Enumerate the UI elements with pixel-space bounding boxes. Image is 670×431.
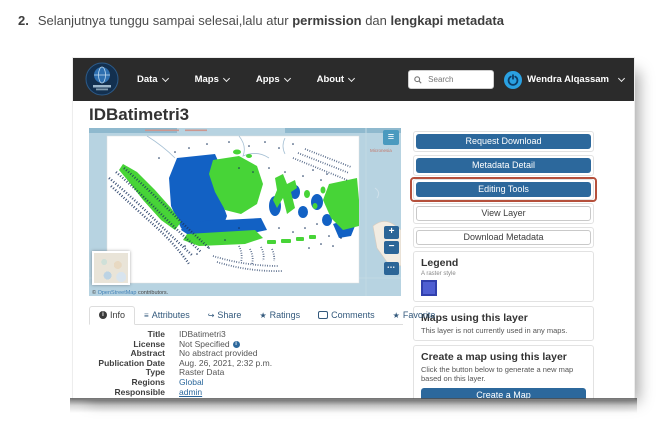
more-options-button[interactable]: ••• [384, 262, 399, 275]
metadata-detail-button[interactable]: Metadata Detail [416, 158, 591, 173]
chevron-down-icon [223, 75, 230, 82]
create-map-panel: Create a map using this layer Click the … [413, 345, 594, 400]
ratings-star-icon: ★ [259, 311, 266, 320]
nav-item-apps[interactable]: Apps [256, 74, 290, 85]
action-button-box: Editing Tools [413, 179, 594, 200]
nav-item-maps[interactable]: Maps [195, 74, 229, 85]
table-row: Responsible admin [89, 388, 401, 398]
editing-tools-button[interactable]: Editing Tools [416, 182, 591, 197]
layer-actions-sidebar: Request Download Metadata Detail Editing… [413, 131, 594, 400]
chevron-down-icon [348, 75, 355, 82]
maps-using-text: This layer is not currently used in any … [421, 326, 586, 335]
step-bold-permission: permission [292, 13, 361, 28]
license-info-icon[interactable]: i [233, 341, 240, 348]
step-text: Selanjutnya tunggu sampai selesai,lalu a… [38, 13, 292, 28]
tab-info[interactable]: i Info [89, 306, 135, 325]
app-header: Data Maps Apps About [73, 58, 634, 101]
tab-comments[interactable]: Comments [309, 307, 384, 324]
zoom-in-button[interactable]: + [384, 226, 399, 239]
overview-map[interactable] [92, 251, 130, 285]
attributes-icon: ≡ [144, 311, 149, 320]
request-download-button[interactable]: Request Download [416, 134, 591, 149]
tab-favorite[interactable]: ★ Favorite [384, 307, 445, 324]
chevron-down-icon [162, 75, 169, 82]
maps-using-title: Maps using this layer [421, 312, 586, 324]
action-button-box: Request Download [413, 131, 594, 152]
legend-subtitle: A raster style [421, 271, 586, 277]
chevron-down-icon [618, 75, 625, 82]
nav-item-about[interactable]: About [317, 74, 354, 85]
legend-panel: Legend A raster style [413, 251, 594, 302]
osm-attribution-link[interactable]: OpenStreetMap [98, 290, 137, 296]
view-layer-button[interactable]: View Layer [416, 206, 591, 221]
user-menu[interactable]: Wendra Alqassam [504, 71, 624, 89]
search-input[interactable] [426, 74, 482, 85]
map-canvas: Micronesia [89, 128, 401, 296]
tab-attributes[interactable]: ≡ Attributes [135, 307, 199, 324]
metadata-table: Title IDBatimetri3 License Not Specified… [89, 330, 401, 397]
action-button-box: Download Metadata [413, 227, 594, 248]
nav-item-data[interactable]: Data [137, 74, 168, 85]
app-logo-icon[interactable] [85, 62, 119, 96]
step-number: 2. [18, 13, 29, 28]
map-zoom-controls: + − ••• [384, 226, 399, 275]
favorite-star-icon: ★ [393, 311, 400, 320]
map-attribution: © OpenStreetMap contributors. [92, 290, 168, 296]
tab-ratings[interactable]: ★ Ratings [250, 307, 309, 324]
table-row: Publication Date Aug. 26, 2021, 2:32 p.m… [89, 359, 401, 369]
step-bold-metadata: lengkapi metadata [391, 13, 504, 28]
share-icon: ↪ [208, 311, 215, 320]
search-icon [414, 76, 422, 84]
screenshot: Data Maps Apps About [72, 57, 635, 400]
layers-icon[interactable]: ≡ [383, 130, 399, 145]
tab-bar: i Info ≡ Attributes ↪ Share ★ Ratings Co… [89, 304, 403, 325]
instruction-step: 2. Selanjutnya tunggu sampai selesai,lalu… [18, 13, 504, 28]
create-map-text: Click the button below to generate a new… [421, 365, 586, 383]
user-name: Wendra Alqassam [527, 74, 609, 85]
info-icon: i [99, 311, 107, 319]
responsible-link[interactable]: admin [179, 388, 202, 398]
map-panel[interactable]: Micronesia ≡ + − ••• © OpenStreetMap con… [89, 128, 401, 296]
search-box[interactable] [408, 70, 494, 89]
action-button-box: Metadata Detail [413, 155, 594, 176]
download-metadata-button[interactable]: Download Metadata [416, 230, 591, 245]
action-button-box: View Layer [413, 203, 594, 224]
map-label-micronesia: Micronesia [370, 148, 392, 153]
legend-color-swatch [421, 280, 437, 296]
chevron-down-icon [284, 75, 291, 82]
zoom-out-button[interactable]: − [384, 241, 399, 254]
create-map-title: Create a map using this layer [421, 351, 586, 363]
comments-icon [318, 311, 328, 319]
tab-share[interactable]: ↪ Share [199, 307, 251, 324]
power-icon [504, 71, 522, 89]
page-title: IDBatimetri3 [89, 105, 189, 125]
main-nav: Data Maps Apps About [137, 74, 354, 85]
legend-title: Legend [421, 257, 586, 269]
page: 2. Selanjutnya tunggu sampai selesai,lalu… [0, 0, 670, 431]
screenshot-bottom-shadow [70, 398, 637, 413]
